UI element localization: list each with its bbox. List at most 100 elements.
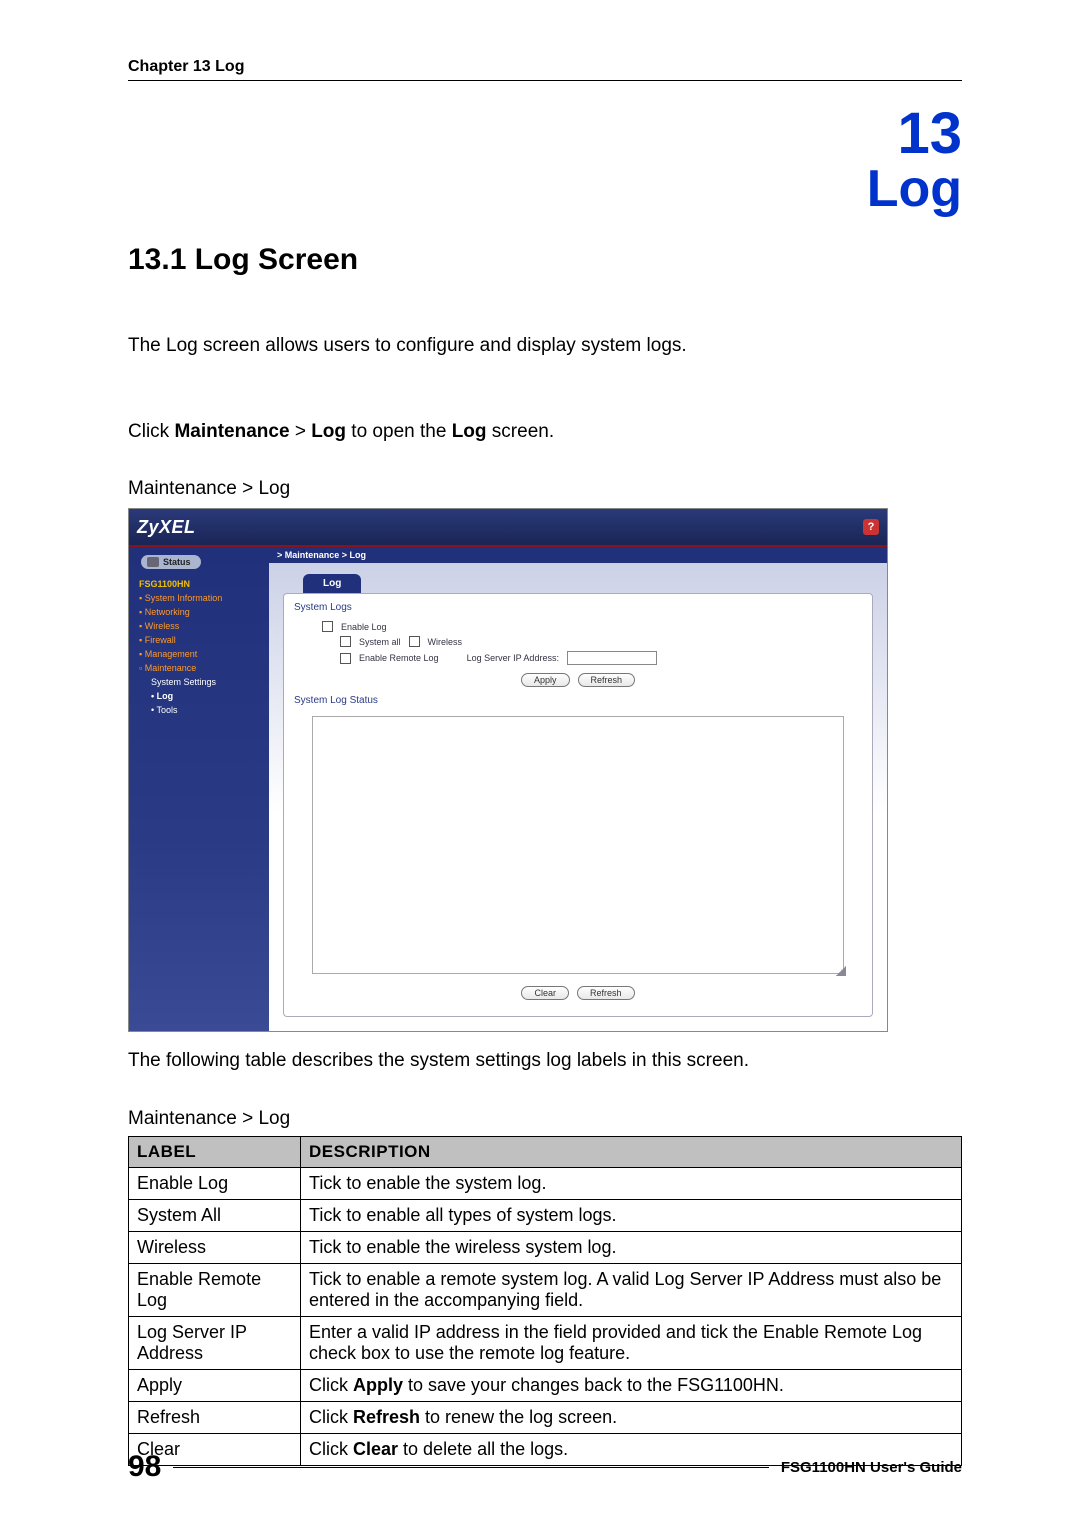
- label: System Information: [145, 593, 223, 603]
- figure-caption: Maintenance > Log: [128, 478, 962, 500]
- following-paragraph: The following table describes the system…: [128, 1048, 962, 1074]
- sidebar-sub-syssettings[interactable]: System Settings: [133, 675, 265, 689]
- system-logs-heading: System Logs: [294, 602, 862, 613]
- cell-desc: Tick to enable the system log.: [301, 1167, 962, 1199]
- sidebar-item-maintenance[interactable]: ▫ Maintenance: [133, 661, 265, 675]
- chapter-number: 13: [128, 105, 962, 163]
- cell-label: Refresh: [129, 1401, 301, 1433]
- cell-label: Log Server IP Address: [129, 1316, 301, 1369]
- sidebar-model: FSG1100HN: [133, 577, 265, 591]
- screenshot-body: Status FSG1100HN ▪ System Information ▪ …: [129, 547, 887, 1031]
- text: to open the: [346, 421, 452, 442]
- label: Firewall: [145, 635, 176, 645]
- row-remote: Enable Remote Log Log Server IP Address:: [294, 649, 862, 667]
- label: Wireless: [145, 621, 180, 631]
- chapter-title: Log: [128, 163, 962, 215]
- table-row: Apply Click Apply to save your changes b…: [129, 1369, 962, 1401]
- content: Log System Logs Enable Log System all Wi…: [269, 563, 887, 1031]
- text: Click: [128, 421, 174, 442]
- zyxel-logo: ZyXEL: [137, 517, 196, 538]
- button-row-1: Apply Refresh: [294, 673, 862, 687]
- cell-label: Enable Remote Log: [129, 1263, 301, 1316]
- log-bold-2: Log: [452, 421, 487, 442]
- page-footer: 98 FSG1100HN User's Guide: [128, 1450, 962, 1484]
- server-ip-label: Log Server IP Address:: [467, 653, 559, 663]
- text: Click: [309, 1375, 353, 1395]
- description-table: LABEL DESCRIPTION Enable Log Tick to ena…: [128, 1136, 962, 1466]
- table-row: Enable Log Tick to enable the system log…: [129, 1167, 962, 1199]
- cell-label: Apply: [129, 1369, 301, 1401]
- refresh2-button[interactable]: Refresh: [577, 986, 635, 1000]
- label: Tools: [157, 705, 178, 715]
- cell-desc: Tick to enable all types of system logs.: [301, 1199, 962, 1231]
- maintenance-bold: Maintenance: [174, 421, 289, 442]
- cell-desc: Tick to enable a remote system log. A va…: [301, 1263, 962, 1316]
- table-row: Wireless Tick to enable the wireless sys…: [129, 1231, 962, 1263]
- cell-label: Enable Log: [129, 1167, 301, 1199]
- guide-name: FSG1100HN User's Guide: [769, 1459, 962, 1476]
- section-title: 13.1 Log Screen: [128, 243, 962, 277]
- help-icon[interactable]: ?: [863, 519, 879, 535]
- clear-button[interactable]: Clear: [521, 986, 569, 1000]
- sidebar-item-firewall[interactable]: ▪ Firewall: [133, 633, 265, 647]
- running-header: Chapter 13 Log: [128, 58, 962, 81]
- enable-log-label: Enable Log: [341, 622, 387, 632]
- log-bold: Log: [311, 421, 346, 442]
- sidebar-item-networking[interactable]: ▪ Networking: [133, 605, 265, 619]
- system-log-status-heading: System Log Status: [294, 695, 862, 706]
- enable-remote-label: Enable Remote Log: [359, 653, 439, 663]
- sidebar-item-wireless[interactable]: ▪ Wireless: [133, 619, 265, 633]
- intro-paragraph: The Log screen allows users to configure…: [128, 333, 962, 359]
- cell-desc: Tick to enable the wireless system log.: [301, 1231, 962, 1263]
- apply-button[interactable]: Apply: [521, 673, 570, 687]
- text: to save your changes back to the FSG1100…: [403, 1375, 784, 1395]
- table-row: Log Server IP Address Enter a valid IP a…: [129, 1316, 962, 1369]
- footer-rule: [173, 1467, 768, 1468]
- tab-log[interactable]: Log: [303, 574, 361, 593]
- bold: Apply: [353, 1375, 403, 1395]
- label: Management: [145, 649, 198, 659]
- enable-remote-checkbox[interactable]: [340, 653, 351, 664]
- cell-label: System All: [129, 1199, 301, 1231]
- log-status-textarea[interactable]: [312, 716, 844, 974]
- system-all-checkbox[interactable]: [340, 636, 351, 647]
- text: >: [290, 421, 312, 442]
- refresh-button[interactable]: Refresh: [578, 673, 636, 687]
- button-row-2: Clear Refresh: [294, 986, 862, 1000]
- th-description: DESCRIPTION: [301, 1136, 962, 1167]
- sidebar-sub-tools[interactable]: • Tools: [133, 703, 265, 717]
- row-enable-log: Enable Log: [294, 619, 862, 634]
- enable-log-checkbox[interactable]: [322, 621, 333, 632]
- label: Log: [157, 691, 174, 701]
- panel: System Logs Enable Log System all Wirele…: [283, 593, 873, 1017]
- screenshot: ZyXEL ? Status FSG1100HN ▪ System Inform…: [128, 508, 888, 1032]
- cell-desc: Click Refresh to renew the log screen.: [301, 1401, 962, 1433]
- text: to renew the log screen.: [420, 1407, 617, 1427]
- th-label: LABEL: [129, 1136, 301, 1167]
- wireless-checkbox[interactable]: [409, 636, 420, 647]
- table-caption: Maintenance > Log: [128, 1108, 962, 1130]
- breadcrumb: > Maintenance > Log: [269, 547, 887, 563]
- cell-desc: Click Apply to save your changes back to…: [301, 1369, 962, 1401]
- status-pill[interactable]: Status: [141, 555, 201, 569]
- label: Maintenance: [145, 663, 197, 673]
- text: screen.: [487, 421, 555, 442]
- server-ip-input[interactable]: [567, 651, 657, 665]
- page-number: 98: [128, 1450, 173, 1484]
- logo-bar: ZyXEL ?: [129, 509, 887, 547]
- main-area: > Maintenance > Log Log System Logs Enab…: [269, 547, 887, 1031]
- sidebar-item-management[interactable]: ▪ Management: [133, 647, 265, 661]
- click-instruction: Click Maintenance > Log to open the Log …: [128, 419, 962, 445]
- cell-desc: Enter a valid IP address in the field pr…: [301, 1316, 962, 1369]
- sidebar-item-sysinfo[interactable]: ▪ System Information: [133, 591, 265, 605]
- row-categories: System all Wireless: [294, 634, 862, 649]
- table-row: Refresh Click Refresh to renew the log s…: [129, 1401, 962, 1433]
- sidebar-sub-log[interactable]: • Log: [133, 689, 265, 703]
- system-all-label: System all: [359, 637, 401, 647]
- table-row: System All Tick to enable all types of s…: [129, 1199, 962, 1231]
- text: Click: [309, 1407, 353, 1427]
- table-row: Enable Remote Log Tick to enable a remot…: [129, 1263, 962, 1316]
- wireless-label: Wireless: [428, 637, 463, 647]
- cell-label: Wireless: [129, 1231, 301, 1263]
- label: Networking: [145, 607, 190, 617]
